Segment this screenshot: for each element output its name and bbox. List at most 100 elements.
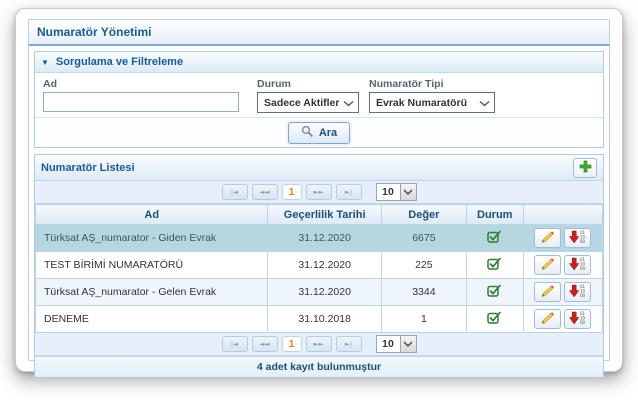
assign-number-button[interactable]: 011000 — [564, 282, 591, 302]
column-header-ad[interactable]: Ad — [36, 205, 268, 225]
last-page-button[interactable]: ►| — [336, 184, 362, 200]
current-page-button[interactable]: 1 — [282, 336, 302, 352]
cell-tarih: 31.12.2020 — [268, 225, 381, 252]
next-page-button[interactable]: ►► — [306, 336, 332, 352]
ad-label: Ad — [43, 78, 239, 90]
table-row[interactable]: Türksat AŞ_numarator - Gelen Evrak 31.12… — [36, 279, 603, 306]
chevron-down-icon — [400, 335, 417, 353]
search-button[interactable]: Ara — [288, 122, 350, 144]
cell-ad: Türksat AŞ_numarator - Gelen Evrak — [36, 279, 268, 306]
numarator-tipi-label: Numaratör Tipi — [369, 78, 495, 90]
screenshot-card: Numaratör Yönetimi ▼ Sorgulama ve Filtre… — [15, 8, 623, 372]
cell-tarih: 31.12.2020 — [268, 252, 381, 279]
edit-button[interactable] — [534, 255, 561, 275]
first-page-button[interactable]: |◄ — [222, 184, 248, 200]
table-row[interactable]: DENEME 31.10.2018 1 011000 — [36, 306, 603, 333]
cell-durum — [466, 306, 523, 333]
column-header-actions — [523, 205, 602, 225]
cell-durum — [466, 225, 523, 252]
page-title: Numaratör Yönetimi — [29, 20, 609, 46]
durum-select[interactable]: Sadece Aktifler — [257, 92, 359, 113]
active-status-icon — [487, 288, 502, 300]
svg-text:00: 00 — [580, 239, 586, 244]
cell-ad: DENEME — [36, 306, 268, 333]
search-icon — [301, 125, 314, 141]
page-size-value: 10 — [376, 335, 400, 353]
filter-form: Ad Durum Sadece Aktifler Numaratör Tipi … — [35, 73, 603, 117]
active-status-icon — [487, 315, 502, 327]
plus-icon — [579, 160, 592, 176]
svg-text:00: 00 — [580, 266, 586, 271]
current-page-button[interactable]: 1 — [282, 184, 302, 200]
prev-page-button[interactable]: ◄◄ — [252, 336, 278, 352]
active-status-icon — [487, 261, 502, 273]
table-row[interactable]: TEST BİRİMİ NUMARATÖRÜ 31.12.2020 225 01… — [36, 252, 603, 279]
column-header-durum[interactable]: Durum — [466, 205, 523, 225]
cell-durum — [466, 252, 523, 279]
search-button-label: Ara — [319, 127, 337, 139]
page-size-select[interactable]: 10 — [376, 335, 417, 353]
ad-field: Ad — [43, 78, 239, 112]
cell-actions: 011000 — [523, 225, 602, 252]
column-header-tarih[interactable]: Geçerlilik Tarihi — [268, 205, 381, 225]
pencil-icon — [540, 257, 555, 274]
durum-field: Durum Sadece Aktifler — [257, 78, 359, 113]
table-row[interactable]: Türksat AŞ_numarator - Giden Evrak 31.12… — [36, 225, 603, 252]
add-button[interactable] — [573, 158, 597, 178]
next-page-button[interactable]: ►► — [306, 184, 332, 200]
column-header-deger[interactable]: Değer — [381, 205, 466, 225]
table-header-row: Ad Geçerlilik Tarihi Değer Durum — [36, 205, 603, 225]
red-arrow-number-icon: 011000 — [569, 311, 586, 328]
filter-panel-header[interactable]: ▼ Sorgulama ve Filtreleme — [35, 52, 603, 73]
cell-ad: TEST BİRİMİ NUMARATÖRÜ — [36, 252, 268, 279]
pencil-icon — [540, 311, 555, 328]
red-arrow-number-icon: 011000 — [569, 230, 586, 247]
ad-input[interactable] — [43, 92, 239, 112]
page-size-select[interactable]: 10 — [376, 183, 417, 201]
pencil-icon — [540, 230, 555, 247]
durum-label: Durum — [257, 78, 359, 90]
page-body: ▼ Sorgulama ve Filtreleme Ad Durum Sadec… — [29, 46, 609, 383]
svg-text:00: 00 — [580, 293, 586, 298]
chevron-down-icon — [343, 94, 354, 112]
cell-durum — [466, 279, 523, 306]
svg-text:00: 00 — [580, 320, 586, 325]
cell-actions: 011000 — [523, 252, 602, 279]
cell-deger: 1 — [381, 306, 466, 333]
list-panel: Numaratör Listesi |◄ ◄◄ 1 ►► ►| 10 — [34, 154, 604, 378]
paginator-top: |◄ ◄◄ 1 ►► ►| 10 — [35, 181, 603, 204]
numarator-yonetimi-panel: Numaratör Yönetimi ▼ Sorgulama ve Filtre… — [28, 19, 610, 361]
numarator-table: Ad Geçerlilik Tarihi Değer Durum Türksat… — [35, 204, 603, 333]
page-size-value: 10 — [376, 183, 400, 201]
assign-number-button[interactable]: 011000 — [564, 309, 591, 329]
filter-panel-title: Sorgulama ve Filtreleme — [56, 56, 183, 68]
record-count: 4 adet kayıt bulunmuştur — [35, 356, 603, 377]
red-arrow-number-icon: 011000 — [569, 257, 586, 274]
cell-tarih: 31.12.2020 — [268, 279, 381, 306]
cell-deger: 3344 — [381, 279, 466, 306]
edit-button[interactable] — [534, 282, 561, 302]
list-panel-header: Numaratör Listesi — [35, 155, 603, 181]
filter-panel: ▼ Sorgulama ve Filtreleme Ad Durum Sadec… — [34, 51, 604, 148]
paginator-bottom: |◄ ◄◄ 1 ►► ►| 10 — [35, 333, 603, 356]
cell-tarih: 31.10.2018 — [268, 306, 381, 333]
cell-deger: 225 — [381, 252, 466, 279]
cell-actions: 011000 — [523, 279, 602, 306]
edit-button[interactable] — [534, 228, 561, 248]
durum-select-value: Sadece Aktifler — [264, 97, 339, 109]
numarator-tipi-select-value: Evrak Numaratörü — [376, 97, 467, 109]
numarator-tipi-select[interactable]: Evrak Numaratörü — [369, 92, 495, 113]
list-panel-title: Numaratör Listesi — [41, 162, 135, 174]
prev-page-button[interactable]: ◄◄ — [252, 184, 278, 200]
edit-button[interactable] — [534, 309, 561, 329]
chevron-down-icon — [400, 183, 417, 201]
cell-ad: Türksat AŞ_numarator - Giden Evrak — [36, 225, 268, 252]
last-page-button[interactable]: ►| — [336, 336, 362, 352]
numarator-tipi-field: Numaratör Tipi Evrak Numaratörü — [369, 78, 495, 113]
chevron-down-icon — [479, 94, 490, 112]
assign-number-button[interactable]: 011000 — [564, 255, 591, 275]
assign-number-button[interactable]: 011000 — [564, 228, 591, 248]
cell-deger: 6675 — [381, 225, 466, 252]
pencil-icon — [540, 284, 555, 301]
first-page-button[interactable]: |◄ — [222, 336, 248, 352]
